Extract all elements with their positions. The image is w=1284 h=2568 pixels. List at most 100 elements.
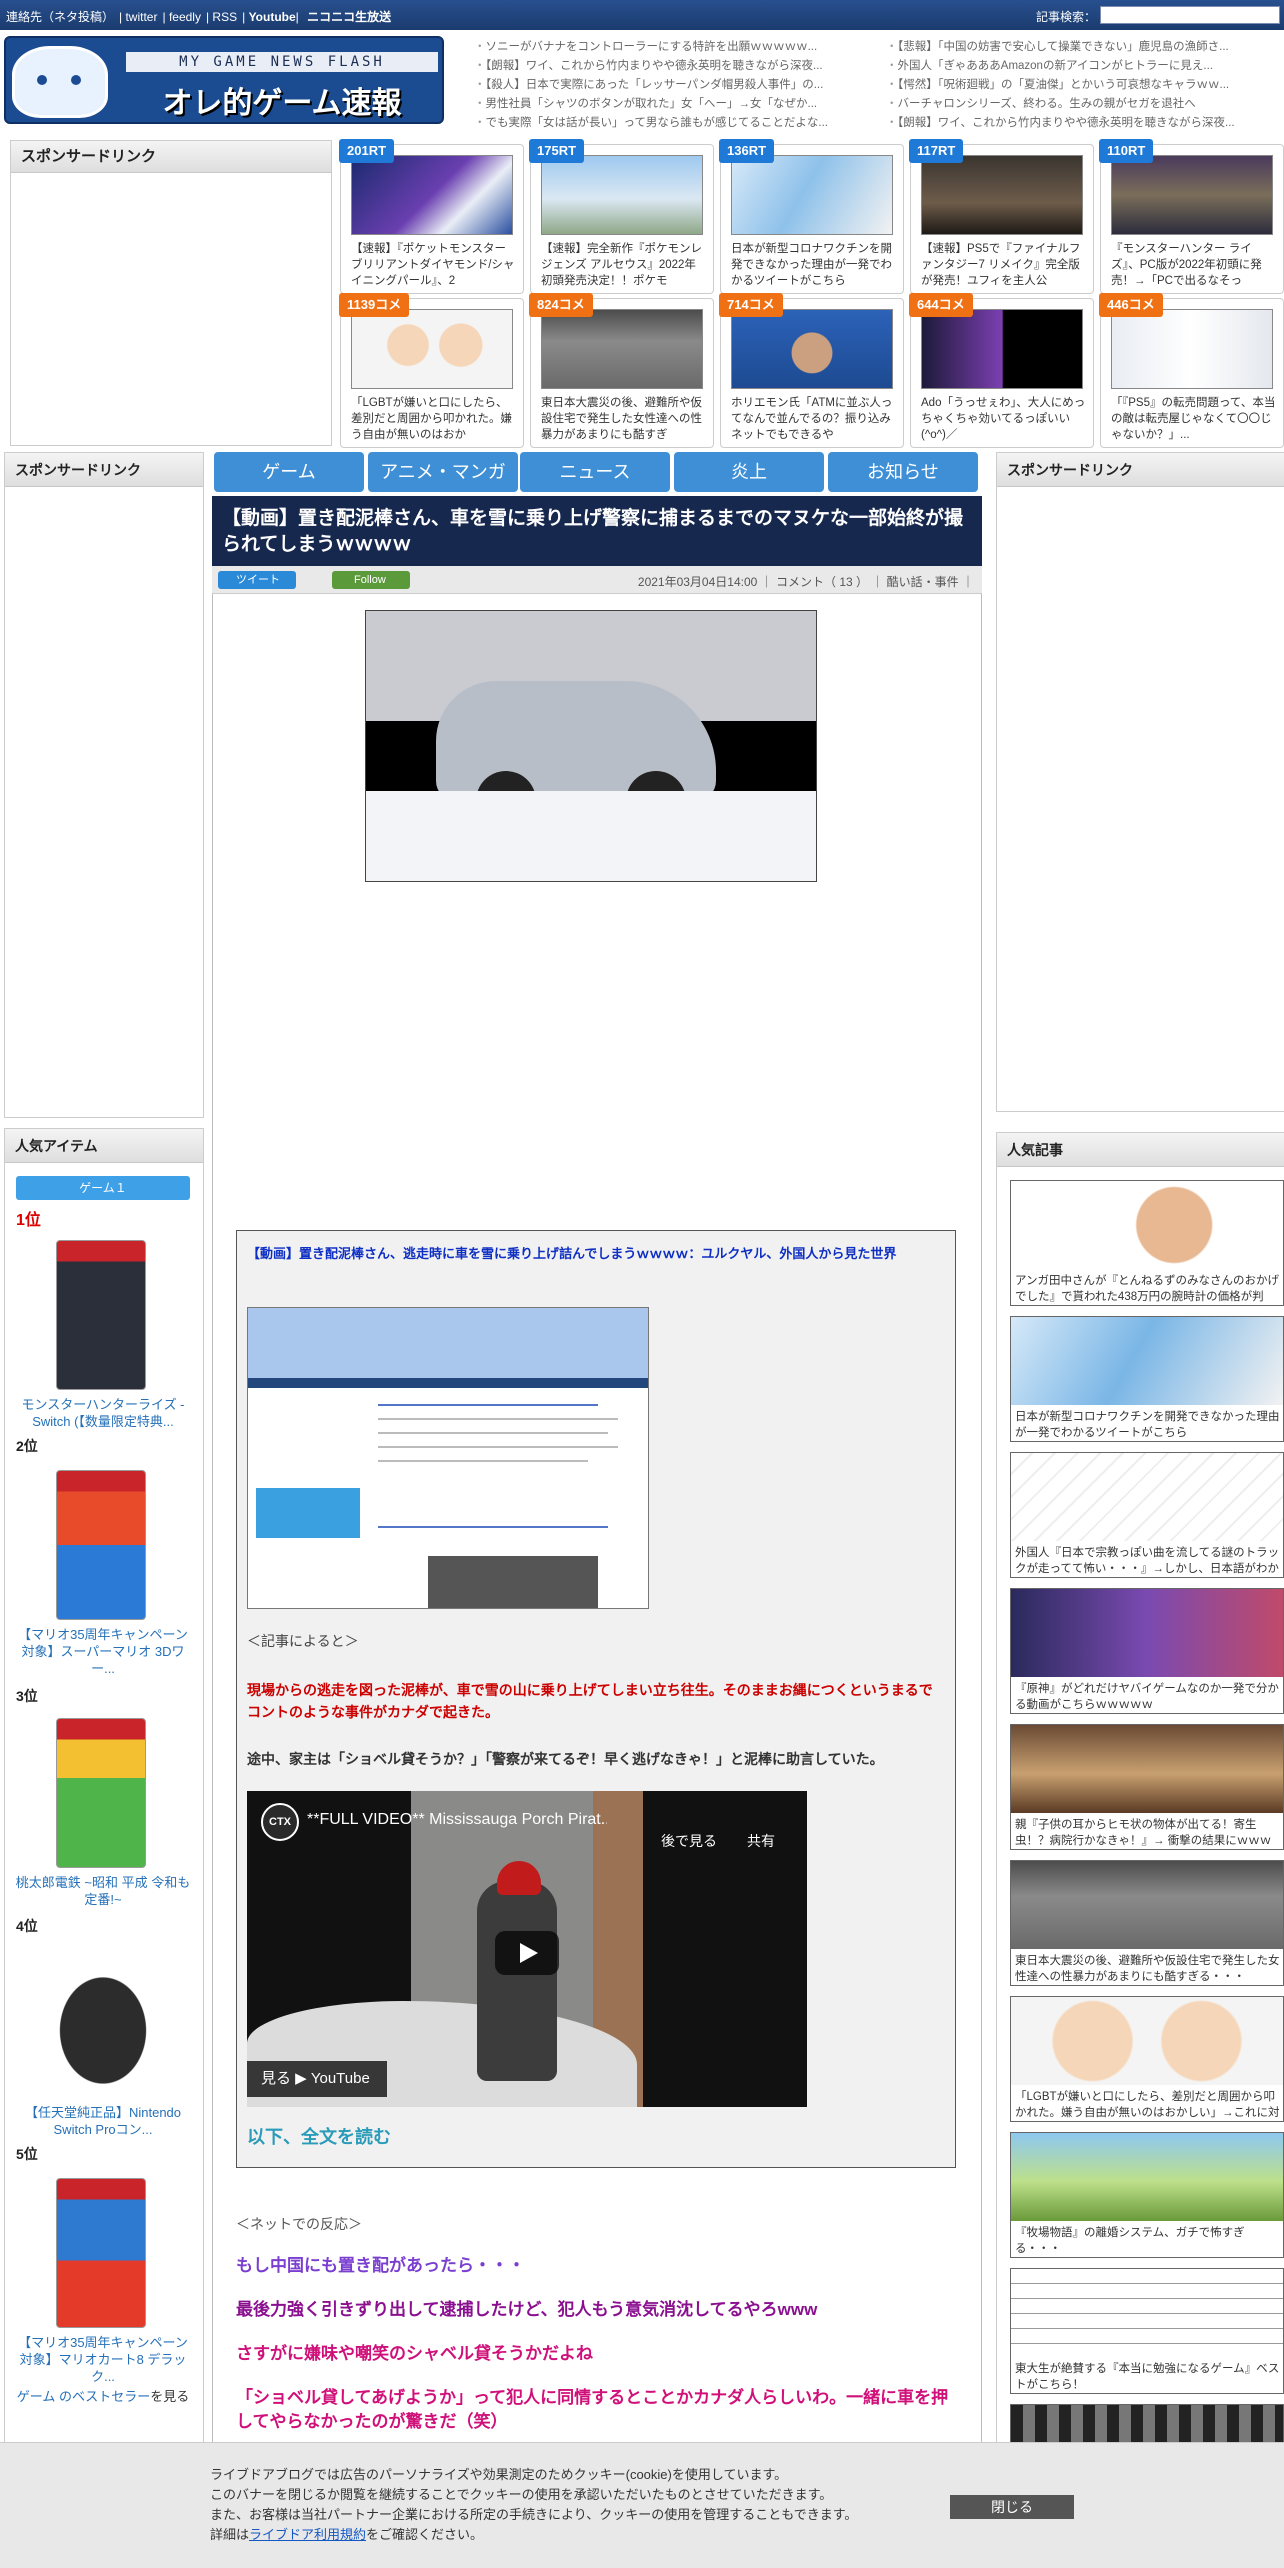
- article-thumbnail: [1011, 2269, 1283, 2357]
- comment-card[interactable]: 446コメ 「『PS5』の転売問題って、本当の敵は転売屋じゃなくて〇〇じゃないか…: [1099, 293, 1284, 448]
- article-title: 東大生が絶賛する『本当に勉強になるゲーム』ベストがこちら！: [1015, 2363, 1280, 2391]
- logo-subtitle: MY GAME NEWS FLASH: [126, 52, 438, 72]
- youtube-link[interactable]: Youtube: [249, 10, 296, 24]
- source-screenshot[interactable]: [247, 1307, 649, 1609]
- tweet-button[interactable]: ツイート: [218, 571, 296, 589]
- rt-card[interactable]: 110RT 『モンスターハンター ライズ』、PC版が2022年初頭に発売！→「P…: [1099, 139, 1284, 294]
- rt-card[interactable]: 136RT 日本が新型コロナワクチンを開発できなかった理由が一発でわかるツイート…: [719, 139, 904, 294]
- rt-title: 「『PS5』の転売問題って、本当の敵は転売屋じゃなくて〇〇じゃないか？」...: [1111, 397, 1276, 441]
- terms-link[interactable]: ライブドア利用規約: [249, 2527, 366, 2542]
- rank-number: 3位: [16, 1688, 38, 1704]
- headline-item[interactable]: 【朗報】ワイ、これから竹内まりやや德永英明を聴きながら深夜...: [886, 114, 1284, 133]
- youtube-embed[interactable]: CTX **FULL VIDEO** Mississauga Porch Pir…: [247, 1791, 807, 2107]
- tab-announcements[interactable]: お知らせ: [828, 452, 978, 492]
- comment-card[interactable]: 644コメ Ado「うっせぇわ」、大人にめっちゃくちゃ効いてるっぽいい(^o^)…: [909, 293, 1094, 448]
- rt-card[interactable]: 201RT 【速報】『ポケットモンスター ブリリアントダイヤモンド/シャイニング…: [339, 139, 524, 294]
- site-logo[interactable]: MY GAME NEWS FLASH オレ的ゲーム速報@JIN: [4, 36, 444, 124]
- rss-link[interactable]: RSS: [212, 10, 237, 24]
- read-more-link[interactable]: 以下、全文を読む: [247, 2123, 391, 2149]
- bestseller-link[interactable]: ゲーム のベストセラー: [17, 2389, 150, 2404]
- sponsor-panel-left: スポンサードリンク: [4, 452, 204, 1118]
- screenshot-line: [378, 1432, 608, 1434]
- product-image[interactable]: [56, 1470, 146, 1620]
- play-icon[interactable]: [495, 1931, 559, 1975]
- popular-article[interactable]: 『原神』がどれだけヤバイゲームなのか一発で分かる動画がこちらｗｗｗｗｗ: [1010, 1588, 1284, 1714]
- article-thumbnail: [1011, 1181, 1283, 1269]
- channel-avatar[interactable]: CTX: [261, 1803, 299, 1841]
- mascot-icon: [12, 46, 108, 118]
- rt-card[interactable]: 117RT 【速報】PS5で『ファイナルファンタジー7 リメイク』完全版が発売！…: [909, 139, 1094, 294]
- follow-button[interactable]: Follow: [332, 571, 410, 589]
- comment-card[interactable]: 1139コメ 「LGBTが嫌いと口にしたら、差別だと周囲から叩かれた。嫌う自由が…: [339, 293, 524, 448]
- headline-item[interactable]: でも実際「女は話が長い」って男なら誰もが感じてることだよな...: [474, 114, 884, 133]
- article-title[interactable]: 【動画】置き配泥棒さん、車を雪に乗り上げ警察に捕まるまでのマヌケな一部始終が撮ら…: [212, 496, 982, 566]
- tab-flaming[interactable]: 炎上: [674, 452, 824, 492]
- product-link[interactable]: 【任天堂純正品】Nintendo Switch Proコン...: [14, 2104, 192, 2138]
- reaction-comment: 「ショベル貸してあげようか」って犯人に同情するとことかカナダ人らしいわ。一緒に車…: [236, 2388, 949, 2431]
- comment-badge: 1139コメ: [339, 293, 410, 317]
- cookie-detail: 詳細はライブドア利用規約をご確認ください。: [210, 2525, 857, 2545]
- popular-article[interactable]: 外国人『日本で宗教っぽい曲を流してる謎のトラックが走ってて怖い・・・』→しかし、…: [1010, 1452, 1284, 1578]
- headline-item[interactable]: ソニーがバナナをコントローラーにする特許を出願ｗｗｗｗｗ...: [474, 38, 884, 57]
- top-bar: 連絡先（ネタ投稿） | twitter | feedly | RSS | Youtube…: [0, 0, 1284, 30]
- tab-game[interactable]: ゲーム: [214, 452, 364, 492]
- rank-number: 1位: [16, 1212, 41, 1229]
- popular-article[interactable]: アンガ田中さんが『とんねるずのみなさんのおかげでした』で貰われた438万円の腕時…: [1010, 1180, 1284, 1306]
- tab-anime-manga[interactable]: アニメ・マンガ: [368, 452, 518, 492]
- headline-item[interactable]: 【殺人】日本で実際にあった「レッサーパンダ帽男殺人事件」の...: [474, 76, 884, 95]
- video-title[interactable]: **FULL VIDEO** Mississauga Porch Pirat..…: [307, 1811, 607, 1829]
- popular-article[interactable]: 「LGBTが嫌いと口にしたら、差別だと周囲から叩かれた。嫌う自由が無いのはおかし…: [1010, 1996, 1284, 2122]
- article-title: アンガ田中さんが『とんねるずのみなさんのおかげでした』で貰われた438万円の腕時…: [1015, 1275, 1280, 1303]
- popular-article[interactable]: 親『子供の耳からヒモ状の物体が出てる！寄生虫！？病院行かなきゃ！』→ 衝撃の結果…: [1010, 1724, 1284, 1850]
- rt-thumbnail: [541, 155, 703, 235]
- product-link[interactable]: 桃太郎電鉄 ~昭和 平成 令和も定番!~: [14, 1874, 192, 1908]
- popular-article[interactable]: 日本が新型コロナワクチンを開発できなかった理由が一発でわかるツイートがこちら: [1010, 1316, 1284, 1442]
- headline-item[interactable]: バーチャロンシリーズ、終わる。生みの親がセガを退社へ: [886, 95, 1284, 114]
- screenshot-header: [248, 1308, 648, 1378]
- contact-link[interactable]: 連絡先（ネタ投稿）: [6, 10, 114, 24]
- search-input[interactable]: [1100, 6, 1280, 24]
- share-button[interactable]: 共有: [747, 1831, 775, 1851]
- popular-article[interactable]: [1010, 2404, 1284, 2444]
- tab-news[interactable]: ニュース: [520, 452, 670, 492]
- cookie-text: ライブドアブログでは広告のパーソナライズや効果測定のためクッキー(cookie)…: [210, 2465, 857, 2545]
- comment-badge: 446コメ: [1099, 293, 1163, 317]
- comment-card[interactable]: 824コメ 東日本大震災の後、避難所や仮設住宅で発生した女性達への性暴力があまり…: [529, 293, 714, 448]
- comment-badge: 644コメ: [909, 293, 973, 317]
- feedly-link[interactable]: feedly: [169, 10, 201, 24]
- watch-later-button[interactable]: 後で見る: [661, 1831, 717, 1851]
- popular-article[interactable]: 東大生が絶賛する『本当に勉強になるゲーム』ベストがこちら！: [1010, 2268, 1284, 2394]
- headline-item[interactable]: 【朗報】ワイ、これから竹内まりやや德永英明を聴きながら深夜...: [474, 57, 884, 76]
- hero-snow: [366, 791, 816, 881]
- product-image[interactable]: [36, 1948, 170, 2098]
- product-image[interactable]: [56, 1718, 146, 1868]
- headline-item[interactable]: 外国人「ぎゃあああAmazonの新アイコンがヒトラーに見え...: [886, 57, 1284, 76]
- search-label: 記事検索：: [1036, 10, 1097, 24]
- ranking-category-tab[interactable]: ゲーム１: [16, 1176, 190, 1200]
- popular-article[interactable]: 『牧場物語』の離婚システム、ガチで怖すぎる・・・: [1010, 2132, 1284, 2258]
- product-link[interactable]: 【マリオ35周年キャンペーン対象】マリオカート8 デラック...: [14, 2334, 192, 2385]
- comment-card[interactable]: 714コメ ホリエモン氏「ATMに並ぶ人ってなんで並んでるの？振り込みネットでも…: [719, 293, 904, 448]
- headline-item[interactable]: 男性社員「シャツのボタンが取れた」女「へー」→女「なぜか...: [474, 95, 884, 114]
- popular-article[interactable]: 東日本大震災の後、避難所や仮設住宅で発生した女性達への性暴力があまりにも酷すぎる…: [1010, 1860, 1284, 1986]
- cookie-line: このバナーを閉じるか閲覧を継続することでクッキーの使用を承認いただいたものとさせ…: [210, 2487, 833, 2502]
- rt-thumbnail: [351, 155, 513, 235]
- article-title: 「LGBTが嫌いと口にしたら、差別だと周囲から叩かれた。嫌う自由が無いのはおかし…: [1015, 2091, 1280, 2119]
- watch-on-youtube-button[interactable]: 見る ▶ YouTube: [247, 2061, 387, 2097]
- headline-item[interactable]: 【悲報】「中国の妨害で安心して操業できない」鹿児島の漁師さ...: [886, 38, 1284, 57]
- article-title: 外国人『日本で宗教っぽい曲を流してる謎のトラックが走ってて怖い・・・』→しかし、…: [1015, 1547, 1280, 1575]
- product-link[interactable]: モンスターハンターライズ -Switch (【数量限定特典...: [14, 1396, 192, 1430]
- article-meta[interactable]: 2021年03月04日14:00 ｜ コメント（ 13 ） ｜ 酷い話・事件 ｜: [638, 573, 974, 590]
- rt-title: 日本が新型コロナワクチンを開発できなかった理由が一発でわかるツイートがこちら: [731, 243, 892, 287]
- rt-card[interactable]: 175RT 【速報】完全新作『ポケモンレジェンズ アルセウス』2022年初頭発売…: [529, 139, 714, 294]
- close-button[interactable]: 閉じる: [950, 2495, 1074, 2519]
- source-link[interactable]: 【動画】置き配泥棒さん、逃走時に車を雪に乗り上げ詰んでしまうｗｗｗｗ：ユルクヤル…: [247, 1243, 937, 1264]
- product-image[interactable]: [56, 1240, 146, 1390]
- twitter-link[interactable]: twitter: [125, 10, 157, 24]
- product-link[interactable]: 【マリオ35周年キャンペーン対象】スーパーマリオ 3Dワー...: [14, 1626, 192, 1677]
- product-image[interactable]: [56, 2178, 146, 2328]
- niconico-link[interactable]: ニコニコ生放送: [307, 10, 391, 24]
- headline-item[interactable]: 【愕然】「呪術廻戦」の「夏油傑」とかいう可哀想なキャラｗｗ...: [886, 76, 1284, 95]
- cookie-line: ライブドアブログでは広告のパーソナライズや効果測定のためクッキー(cookie)…: [210, 2467, 788, 2482]
- headline-list-left: ソニーがバナナをコントローラーにする特許を出願ｗｗｗｗｗ... 【朗報】ワイ、こ…: [474, 38, 884, 133]
